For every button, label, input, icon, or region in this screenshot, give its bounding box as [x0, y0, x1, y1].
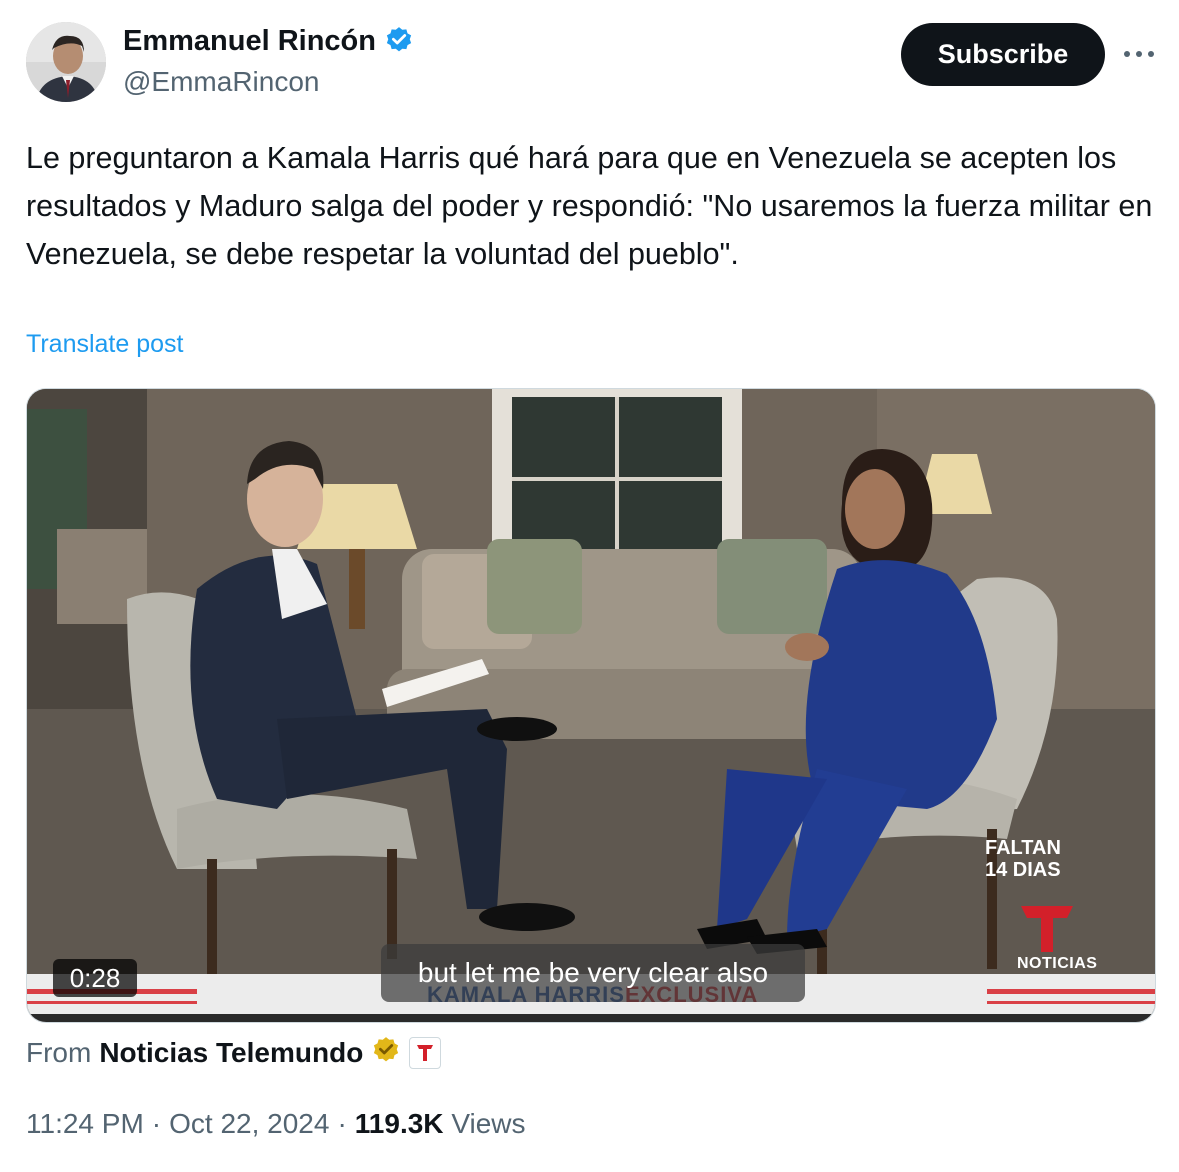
video-duration-badge: 0:28: [53, 959, 137, 997]
verified-badge-icon: [384, 24, 414, 59]
author-name-row: Emmanuel Rincón: [123, 24, 414, 59]
author-name[interactable]: Emmanuel Rincón: [123, 25, 376, 58]
post-text: Le preguntaron a Kamala Harris qué hará …: [26, 141, 1153, 271]
from-label: From: [26, 1036, 92, 1068]
countdown-line1: FALTAN: [985, 837, 1061, 859]
countdown-graphic: FALTAN 14 DIAS: [985, 837, 1061, 881]
telemundo-affiliate-icon[interactable]: [409, 1036, 442, 1069]
source-name[interactable]: Noticias Telemundo: [99, 1037, 363, 1069]
video-frame: [27, 389, 1155, 1022]
translate-post-link[interactable]: Translate post: [26, 330, 183, 359]
post-meta: 11:24 PM · Oct 22, 2024 · 119.3K Views: [26, 1108, 526, 1140]
author-avatar[interactable]: [26, 22, 106, 102]
meta-separator: ·: [337, 1108, 347, 1139]
countdown-line2: 14 DIAS: [985, 859, 1061, 881]
gold-verified-badge-icon: [371, 1034, 401, 1071]
views-count: 119.3K: [354, 1108, 444, 1139]
more-horizontal-icon[interactable]: [1123, 36, 1155, 72]
subscribe-button[interactable]: Subscribe: [901, 23, 1105, 86]
post-date[interactable]: Oct 22, 2024: [169, 1108, 329, 1140]
author-handle[interactable]: @EmmaRincon: [123, 66, 319, 98]
video-caption: but let me be very clear also: [381, 944, 805, 1002]
video-player[interactable]: 0:28 KAMALA HARRISEXCLUSIVA but let me b…: [26, 388, 1156, 1023]
source-attribution: From Noticias Telemundo: [26, 1034, 442, 1071]
meta-separator: ·: [151, 1108, 162, 1139]
telemundo-logo-icon: [1007, 904, 1087, 954]
post-time[interactable]: 11:24 PM: [26, 1108, 144, 1140]
views-label: Views: [451, 1108, 526, 1139]
network-label: NOTICIAS: [1017, 955, 1098, 972]
